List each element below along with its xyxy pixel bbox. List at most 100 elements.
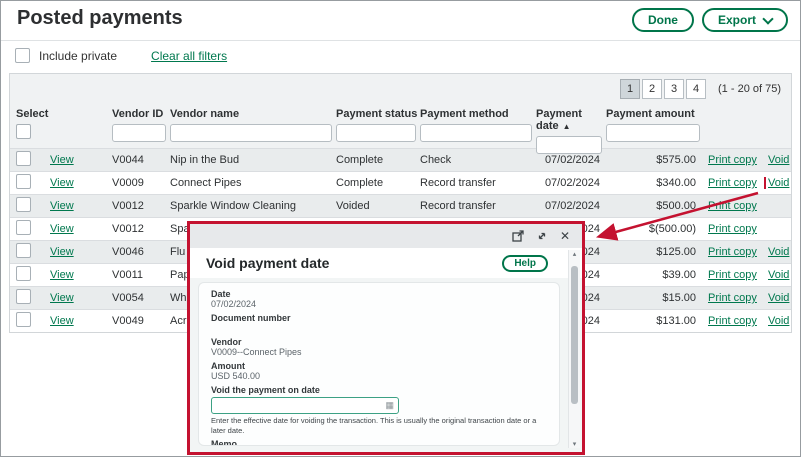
void-date-help-text: Enter the effective date for voiding the… [211,416,537,435]
field-amount: Amount USD 540.00 [211,361,547,382]
print-copy-link[interactable]: Print copy [708,315,757,327]
scroll-up-icon[interactable]: ▴ [573,250,577,258]
posted-payments-window: Posted payments Done Export Include priv… [0,0,801,457]
payment-status-cell: Voided [336,200,370,212]
header-vendor-id: Vendor ID [112,108,170,154]
payment-amount-cell: $575.00 [656,154,696,166]
print-copy-link[interactable]: Print copy [708,177,757,189]
header-payment-method: Payment method [420,108,536,154]
dialog-scrollbar[interactable]: ▴ ▾ [568,250,580,448]
view-link[interactable]: View [50,223,74,235]
view-link[interactable]: View [50,200,74,212]
void-link[interactable]: Void [768,154,789,166]
header-vendor-name: Vendor name [170,108,336,154]
print-copy-link[interactable]: Print copy [708,269,757,281]
help-button[interactable]: Help [502,254,548,272]
void-link[interactable]: Void [768,292,789,304]
vendor-name-cell: Nip in the Bud [170,154,240,166]
popout-icon[interactable] [512,230,524,242]
row-checkbox[interactable] [16,197,31,212]
void-link[interactable]: Void [768,269,789,281]
clear-all-filters-link[interactable]: Clear all filters [151,49,227,63]
row-checkbox[interactable] [16,289,31,304]
payment-method-filter-input[interactable] [420,124,532,142]
view-link[interactable]: View [50,269,74,281]
vendor-name-filter-input[interactable] [170,124,332,142]
field-vendor: Vendor V0009--Connect Pipes [211,337,547,358]
field-document-number: Document number [211,313,547,334]
include-private-checkbox[interactable] [15,48,30,63]
row-checkbox[interactable] [16,174,31,189]
payment-amount-cell: $(500.00) [648,223,696,235]
print-copy-link[interactable]: Print copy [708,200,757,212]
done-button-label: Done [647,13,678,27]
page-header: Posted payments Done Export [1,1,800,41]
page-button-2[interactable]: 2 [642,79,663,99]
void-payment-dialog: ✕ Void payment date Help Date 07/02/2024… [187,221,585,455]
payment-date-cell: 07/02/2024 [544,177,600,189]
payment-status-filter-input[interactable] [336,124,416,142]
scroll-down-icon[interactable]: ▾ [573,440,577,448]
expand-icon[interactable] [536,230,548,242]
header-select: Select [16,108,50,154]
payment-amount-cell: $340.00 [656,177,696,189]
row-checkbox[interactable] [16,220,31,235]
payment-amount-cell: $125.00 [656,246,696,258]
page-button-3[interactable]: 3 [664,79,685,99]
page-button-4[interactable]: 4 [686,79,707,99]
void-link-highlighted[interactable]: Void [763,177,791,189]
select-all-checkbox[interactable] [16,124,31,139]
close-icon[interactable]: ✕ [560,230,570,242]
void-date-input[interactable]: ▦ [211,397,399,414]
include-private-label: Include private [39,48,118,63]
pagination-range: (1 - 20 of 75) [718,83,781,95]
page-button-1[interactable]: 1 [620,79,641,99]
scrollbar-thumb[interactable] [571,266,578,404]
header-payment-amount: Payment amount [606,108,760,154]
payment-method-cell: Check [420,154,452,166]
row-checkbox[interactable] [16,266,31,281]
view-link[interactable]: View [50,177,74,189]
void-payment-form: Date 07/02/2024 Document number Vendor V… [198,282,560,446]
print-copy-link[interactable]: Print copy [708,292,757,304]
payment-amount-cell: $500.00 [656,200,696,212]
row-checkbox[interactable] [16,243,31,258]
payment-method-cell: Record transfer [420,177,496,189]
calendar-icon[interactable]: ▦ [385,401,394,410]
vendor-id-cell: V0009 [112,177,144,189]
payment-date-filter-input[interactable] [536,136,602,154]
table-row: View V0012 Sparkle Window Cleaning Voide… [10,194,791,217]
field-date-value: 07/02/2024 [211,299,257,309]
row-checkbox[interactable] [16,151,31,166]
table-header-row: Select Vendor ID Vendor name Payment sta… [10,104,791,154]
view-link[interactable]: View [50,292,74,304]
vendor-id-cell: V0044 [112,154,144,166]
header-buttons: Done Export [631,8,788,32]
payment-date-cell: 07/02/2024 [544,154,600,166]
field-document-number-value [211,323,547,334]
payment-method-cell: Record transfer [420,200,496,212]
header-payment-date[interactable]: Payment date ▲ [536,108,606,154]
page-title: Posted payments [17,7,183,29]
print-copy-link[interactable]: Print copy [708,154,757,166]
print-copy-link[interactable]: Print copy [708,246,757,258]
vendor-name-cell: Sparkle Window Cleaning [170,200,296,212]
dialog-title: Void payment date [206,255,330,271]
row-checkbox[interactable] [16,312,31,327]
void-link[interactable]: Void [768,315,789,327]
void-link[interactable]: Void [768,246,789,258]
vendor-id-filter-input[interactable] [112,124,166,142]
payment-amount-filter-input[interactable] [606,124,700,142]
view-link[interactable]: View [50,315,74,327]
view-link[interactable]: View [50,154,74,166]
vendor-id-cell: V0012 [112,223,144,235]
view-link[interactable]: View [50,246,74,258]
vendor-id-cell: V0011 [112,269,143,281]
export-button[interactable]: Export [701,8,788,32]
payment-amount-cell: $15.00 [662,292,696,304]
header-view-spacer [50,108,112,154]
print-copy-link[interactable]: Print copy [708,223,757,235]
done-button[interactable]: Done [631,8,694,32]
payment-amount-cell: $131.00 [656,315,696,327]
dialog-body: Date 07/02/2024 Document number Vendor V… [190,278,582,452]
